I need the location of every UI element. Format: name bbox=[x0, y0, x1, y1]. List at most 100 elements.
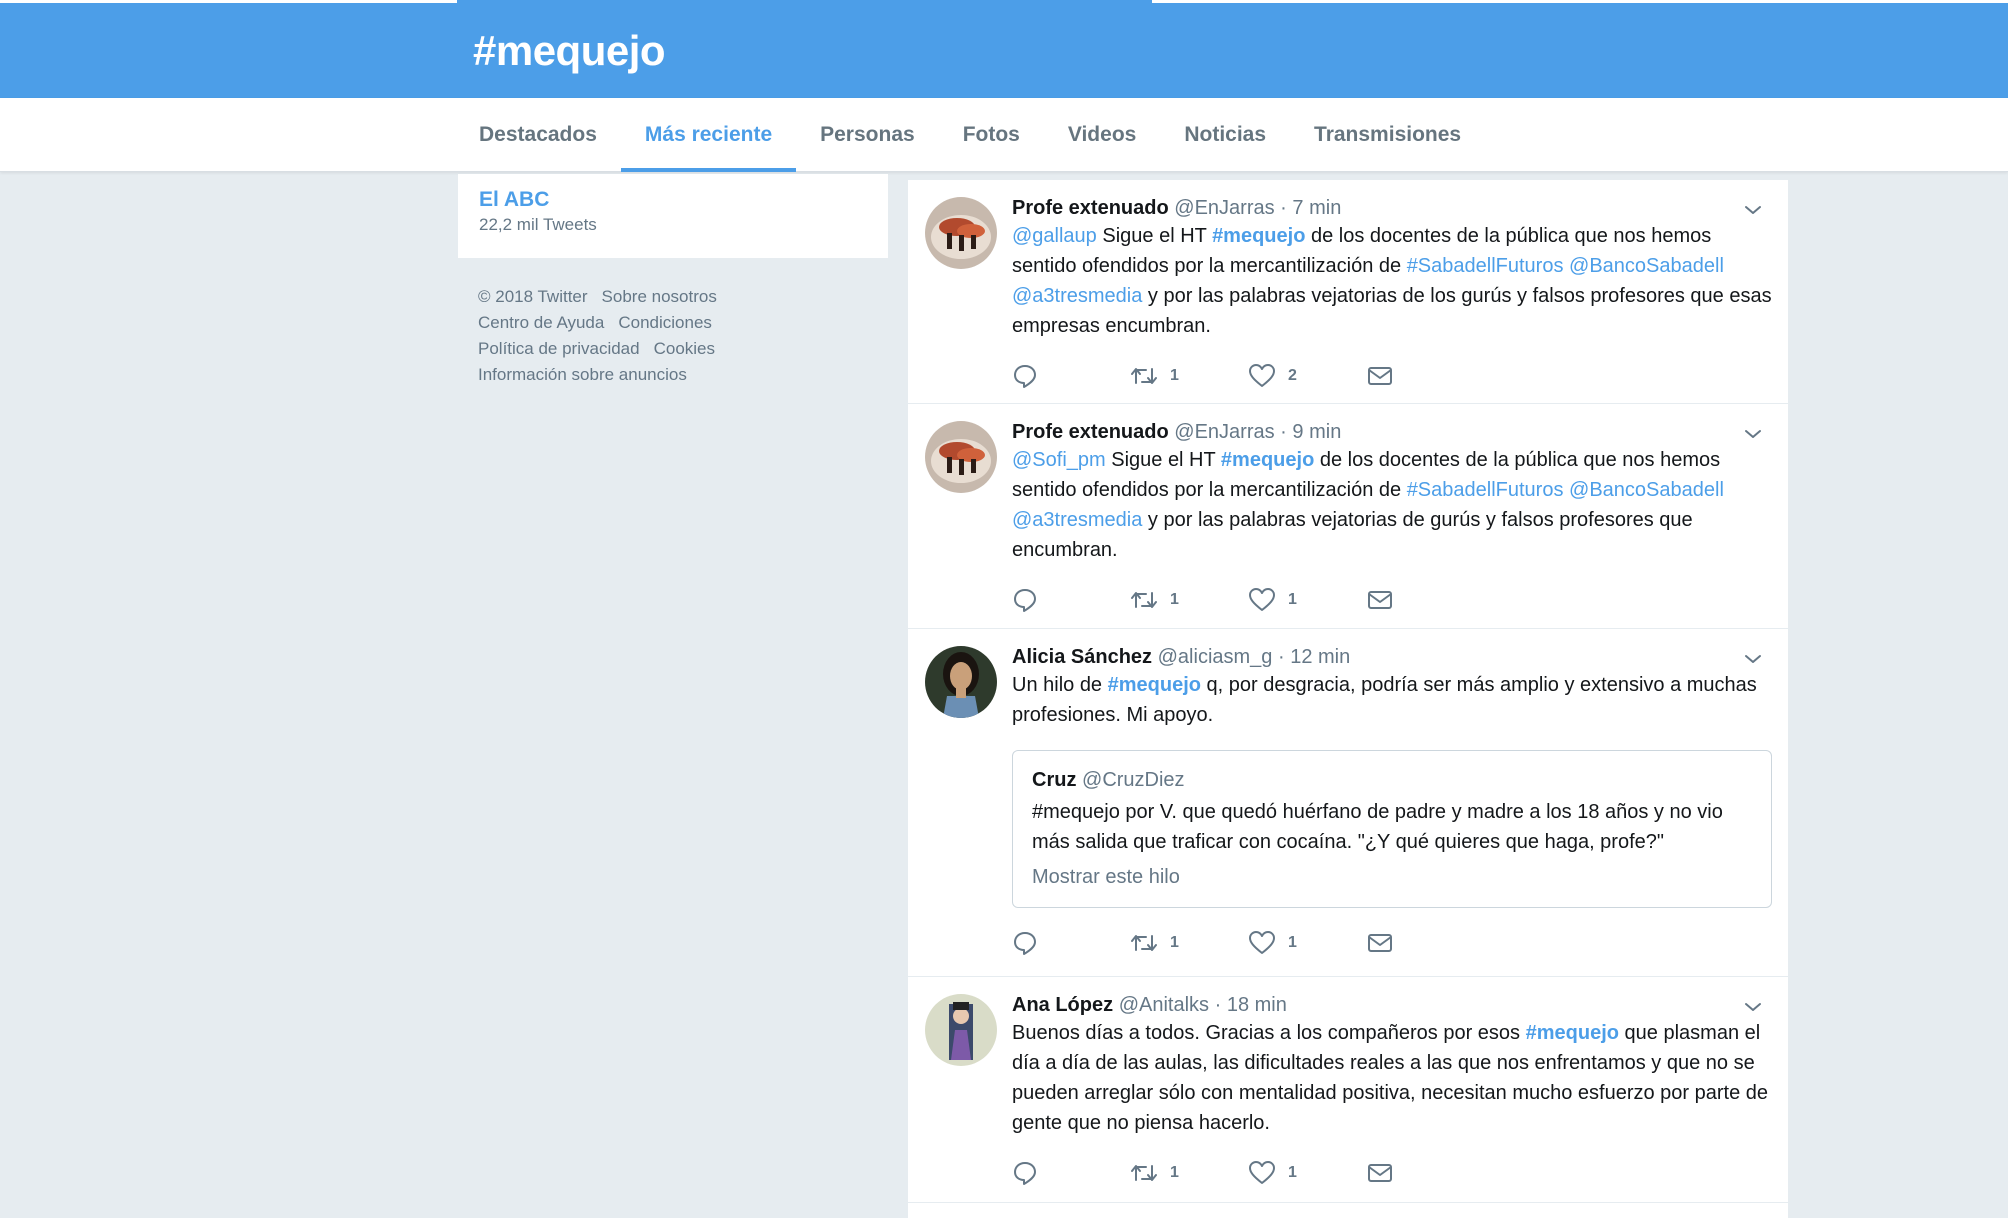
retweet-icon bbox=[1131, 935, 1157, 951]
search-tabs: Destacados Más reciente Personas Fotos V… bbox=[455, 98, 1485, 172]
avatar[interactable] bbox=[925, 421, 997, 493]
mention-link[interactable]: @gallaup bbox=[1012, 225, 1097, 247]
tweet-header: Profe extenuado @EnJarras · 9 min bbox=[1012, 419, 1772, 445]
heart-icon bbox=[1249, 1161, 1275, 1184]
like-button[interactable]: 2 bbox=[1248, 363, 1366, 389]
retweet-button[interactable]: 1 bbox=[1130, 1160, 1248, 1186]
direct-message-button[interactable] bbox=[1366, 1161, 1484, 1185]
direct-message-button[interactable] bbox=[1366, 931, 1484, 955]
text-segment: Sigue el HT bbox=[1105, 449, 1221, 471]
quoted-tweet-header: Cruz @CruzDiez bbox=[1032, 767, 1752, 793]
tweet-actions: 1 1 bbox=[1012, 930, 1772, 956]
like-button[interactable]: 1 bbox=[1248, 1160, 1366, 1186]
avatar[interactable] bbox=[925, 197, 997, 269]
tweet-author-handle[interactable]: @EnJarras bbox=[1174, 197, 1274, 219]
heart-icon bbox=[1249, 931, 1275, 954]
hashtag-link[interactable]: #SabadellFuturos bbox=[1407, 479, 1564, 501]
chevron-down-icon[interactable] bbox=[1743, 997, 1763, 1017]
tweet-timestamp[interactable]: 9 min bbox=[1292, 421, 1341, 443]
chevron-down-icon[interactable] bbox=[1743, 424, 1763, 444]
tweet-author-name[interactable]: Ana López bbox=[1012, 994, 1113, 1016]
hashtag-link[interactable]: #mequejo bbox=[1526, 1022, 1619, 1044]
search-tabs-bar: Destacados Más reciente Personas Fotos V… bbox=[0, 98, 2008, 172]
tab-mas-reciente[interactable]: Más reciente bbox=[620, 98, 797, 172]
reply-icon bbox=[1014, 932, 1036, 955]
like-count: 1 bbox=[1288, 934, 1297, 951]
tweet-author-name[interactable]: Alicia Sánchez bbox=[1012, 646, 1152, 668]
quoted-author-handle: @CruzDiez bbox=[1082, 769, 1185, 791]
reply-button[interactable] bbox=[1012, 587, 1130, 613]
mention-link[interactable]: @Sofi_pm bbox=[1012, 449, 1106, 471]
tweet-author-name[interactable]: Profe extenuado bbox=[1012, 421, 1169, 443]
tweet-text: Buenos días a todos. Gracias a los compa… bbox=[1012, 1018, 1772, 1138]
reply-icon bbox=[1014, 589, 1036, 612]
chevron-down-icon[interactable] bbox=[1743, 649, 1763, 669]
trend-card[interactable]: El ABC 22,2 mil Tweets bbox=[458, 174, 888, 258]
tweet[interactable]: Ana López @Anitalks · 18 min Buenos días… bbox=[908, 977, 1788, 1203]
footer-terms-link[interactable]: Condiciones bbox=[618, 313, 712, 332]
tweet-timestamp[interactable]: 7 min bbox=[1292, 197, 1341, 219]
mention-link[interactable]: @BancoSabadell bbox=[1569, 255, 1724, 277]
footer-ads-info-link[interactable]: Información sobre anuncios bbox=[478, 365, 687, 384]
footer-about-link[interactable]: Sobre nosotros bbox=[602, 287, 717, 306]
tweet-author-handle[interactable]: @aliciasm_g bbox=[1158, 646, 1273, 668]
tweet-timestamp[interactable]: 12 min bbox=[1290, 646, 1350, 668]
tweet[interactable]: Alicia Sánchez @aliciasm_g · 12 min Un h… bbox=[908, 629, 1788, 977]
tab-videos[interactable]: Videos bbox=[1044, 98, 1160, 172]
footer-help-link[interactable]: Centro de Ayuda bbox=[478, 313, 604, 332]
like-button[interactable]: 1 bbox=[1248, 930, 1366, 956]
retweet-button[interactable]: 1 bbox=[1130, 930, 1248, 956]
hashtag-link[interactable]: #mequejo bbox=[1212, 225, 1305, 247]
tab-personas[interactable]: Personas bbox=[796, 98, 939, 172]
tweet-header: Ana López @Anitalks · 18 min bbox=[1012, 992, 1772, 1018]
mention-link[interactable]: @BancoSabadell bbox=[1569, 479, 1724, 501]
tweet-header: Alicia Sánchez @aliciasm_g · 12 min bbox=[1012, 644, 1772, 670]
message-icon bbox=[1368, 934, 1392, 952]
like-count: 1 bbox=[1288, 1164, 1297, 1181]
message-icon bbox=[1368, 1164, 1392, 1182]
tweet-text: @Sofi_pm Sigue el HT #mequejo de los doc… bbox=[1012, 445, 1772, 565]
tab-noticias[interactable]: Noticias bbox=[1160, 98, 1290, 172]
message-icon bbox=[1368, 591, 1392, 609]
tweet-text: Un hilo de #mequejo q, por desgracia, po… bbox=[1012, 670, 1772, 730]
footer-copyright: © 2018 Twitter bbox=[478, 287, 588, 306]
reply-button[interactable] bbox=[1012, 363, 1130, 389]
trend-name[interactable]: El ABC bbox=[479, 188, 867, 212]
like-count: 1 bbox=[1288, 591, 1297, 608]
tweet-timestamp[interactable]: 18 min bbox=[1227, 994, 1287, 1016]
retweet-button[interactable]: 1 bbox=[1130, 587, 1248, 613]
hashtag-link[interactable]: #SabadellFuturos bbox=[1407, 255, 1564, 277]
tab-fotos[interactable]: Fotos bbox=[939, 98, 1044, 172]
heart-icon bbox=[1249, 588, 1275, 611]
chevron-down-icon[interactable] bbox=[1743, 200, 1763, 220]
footer-privacy-link[interactable]: Política de privacidad bbox=[478, 339, 640, 358]
trend-count: 22,2 mil Tweets bbox=[479, 215, 597, 234]
tweet-author-name[interactable]: Profe extenuado bbox=[1012, 197, 1169, 219]
tweet[interactable]: Profe extenuado @EnJarras · 7 min @galla… bbox=[908, 180, 1788, 404]
tab-destacados[interactable]: Destacados bbox=[455, 98, 621, 172]
avatar[interactable] bbox=[925, 994, 997, 1066]
avatar[interactable] bbox=[925, 646, 997, 718]
tweet-actions: 1 1 bbox=[1012, 587, 1772, 613]
reply-button[interactable] bbox=[1012, 1160, 1130, 1186]
text-segment: Buenos días a todos. Gracias a los compa… bbox=[1012, 1022, 1526, 1044]
retweet-count: 1 bbox=[1170, 367, 1179, 384]
retweet-button[interactable]: 1 bbox=[1130, 363, 1248, 389]
footer-cookies-link[interactable]: Cookies bbox=[654, 339, 715, 358]
tweet-author-handle[interactable]: @EnJarras bbox=[1174, 421, 1274, 443]
mention-link[interactable]: @a3tresmedia bbox=[1012, 509, 1142, 531]
retweet-icon bbox=[1131, 1165, 1157, 1181]
mention-link[interactable]: @a3tresmedia bbox=[1012, 285, 1142, 307]
hashtag-link[interactable]: #mequejo bbox=[1221, 449, 1314, 471]
show-thread-link[interactable]: Mostrar este hilo bbox=[1032, 863, 1752, 891]
message-icon bbox=[1368, 367, 1392, 385]
reply-button[interactable] bbox=[1012, 930, 1130, 956]
quoted-tweet[interactable]: Cruz @CruzDiez #mequejo por V. que quedó… bbox=[1012, 750, 1772, 908]
like-button[interactable]: 1 bbox=[1248, 587, 1366, 613]
direct-message-button[interactable] bbox=[1366, 588, 1484, 612]
direct-message-button[interactable] bbox=[1366, 364, 1484, 388]
hashtag-link[interactable]: #mequejo bbox=[1108, 674, 1201, 696]
tab-transmisiones[interactable]: Transmisiones bbox=[1290, 98, 1485, 172]
tweet-author-handle[interactable]: @Anitalks bbox=[1119, 994, 1209, 1016]
tweet[interactable]: Profe extenuado @EnJarras · 9 min @Sofi_… bbox=[908, 404, 1788, 629]
